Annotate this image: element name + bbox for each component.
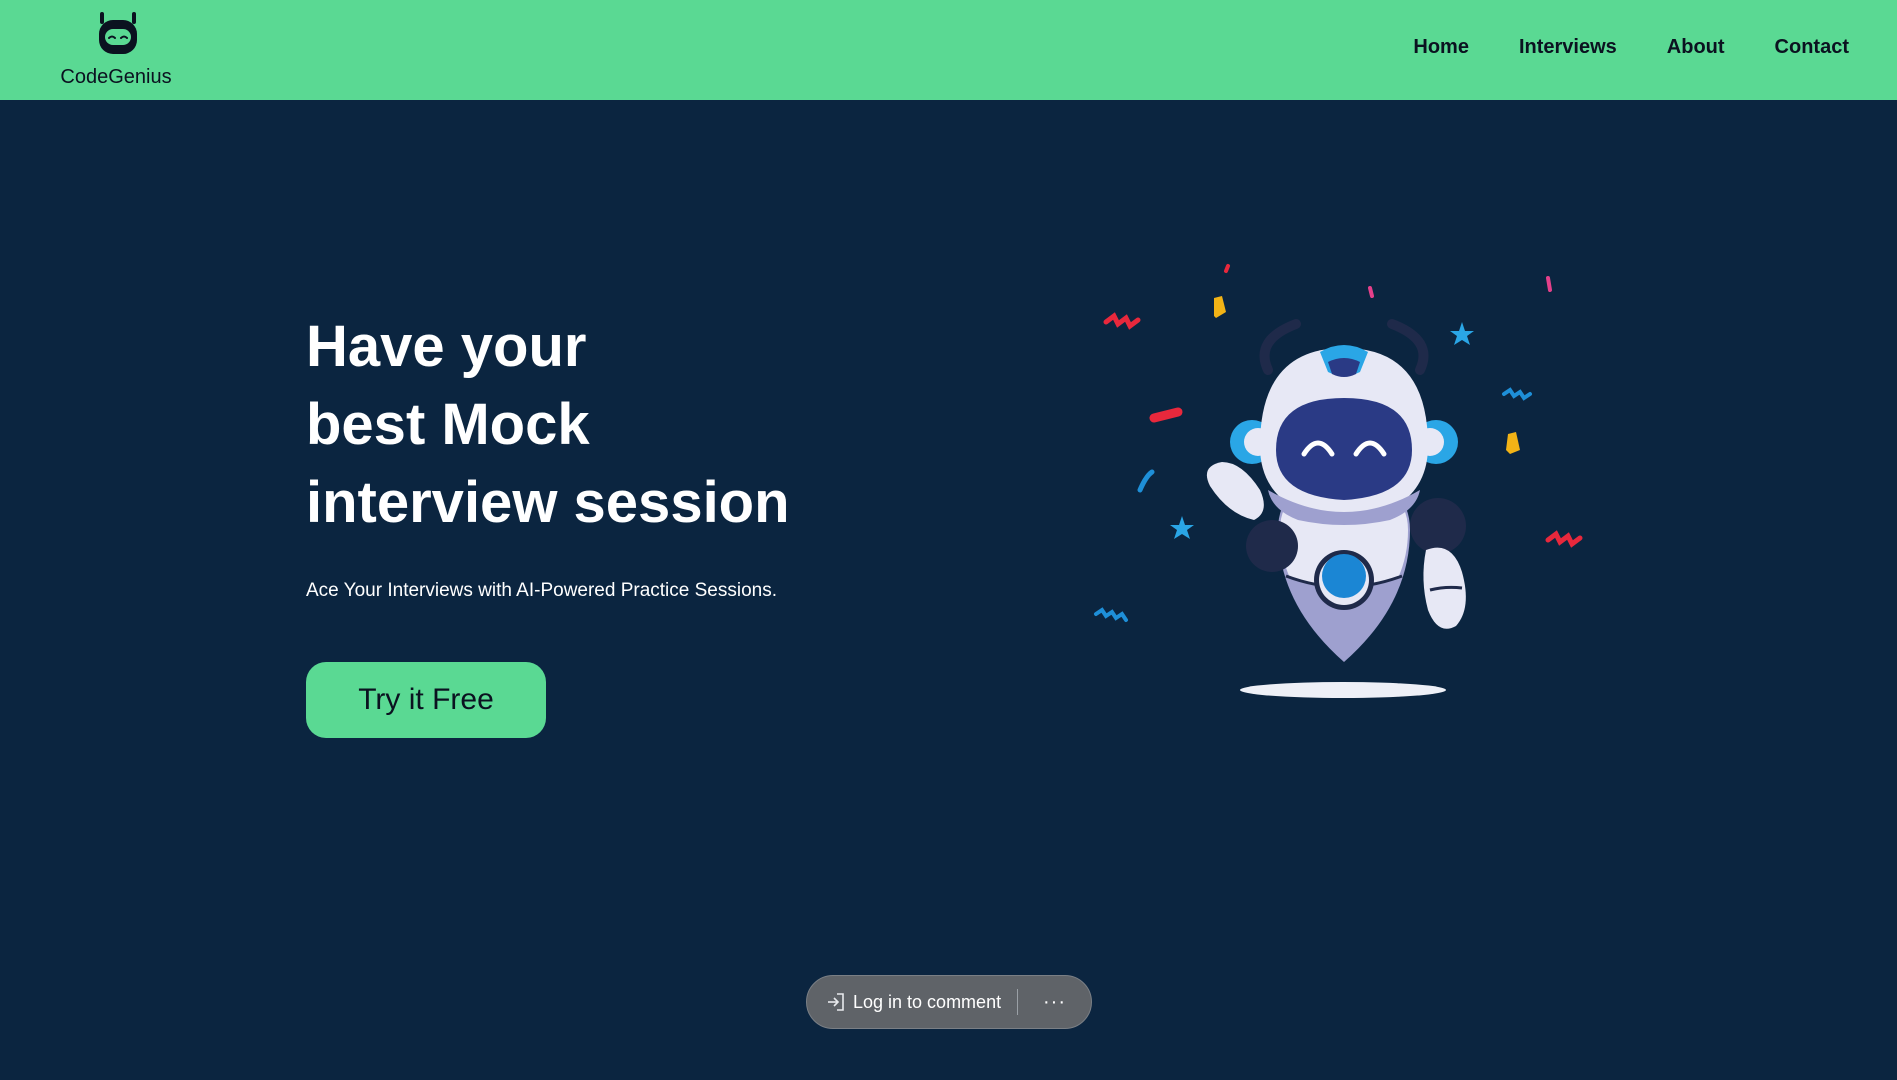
robot-mascot-illustration [1094, 264, 1583, 698]
robot-face-screen [1276, 398, 1412, 500]
main-nav: Home Interviews About Contact [1413, 36, 1849, 59]
comment-toolbar: Log in to comment ··· [806, 975, 1092, 1029]
login-to-comment-button[interactable]: Log in to comment [807, 975, 1017, 1029]
hero-title-line: Have your [306, 314, 587, 379]
brand-logo-link[interactable]: CodeGenius [56, 10, 176, 92]
confetti-gold [1506, 432, 1520, 454]
sign-in-arrow-icon [828, 993, 844, 1011]
robot-head-icon [99, 12, 137, 54]
confetti-star [1170, 516, 1194, 539]
more-options-button[interactable]: ··· [1018, 975, 1091, 1029]
robot-shadow [1240, 682, 1446, 698]
brand-name: CodeGenius [60, 66, 172, 88]
login-to-comment-label: Log in to comment [853, 991, 1002, 1012]
hero-title-line: best Mock [306, 392, 590, 457]
nav-home-link[interactable]: Home [1413, 36, 1469, 59]
hero-title: Have your best Mock interview session [306, 308, 926, 542]
robot-left-arm [1206, 462, 1264, 520]
nav-contact-link[interactable]: Contact [1775, 36, 1849, 59]
hero-subtitle: Ace Your Interviews with AI-Powered Prac… [306, 580, 778, 601]
confetti-star [1450, 322, 1474, 345]
try-it-free-button[interactable]: Try it Free [306, 662, 546, 738]
hero-title-line: interview session [306, 470, 790, 535]
page: CodeGenius Home Interviews About Contact… [0, 0, 1897, 1080]
navbar: CodeGenius Home Interviews About Contact [0, 0, 1897, 100]
confetti-gold [1214, 296, 1226, 318]
nav-interviews-link[interactable]: Interviews [1519, 36, 1617, 59]
ellipsis-icon: ··· [1043, 990, 1066, 1013]
nav-about-link[interactable]: About [1667, 36, 1725, 59]
